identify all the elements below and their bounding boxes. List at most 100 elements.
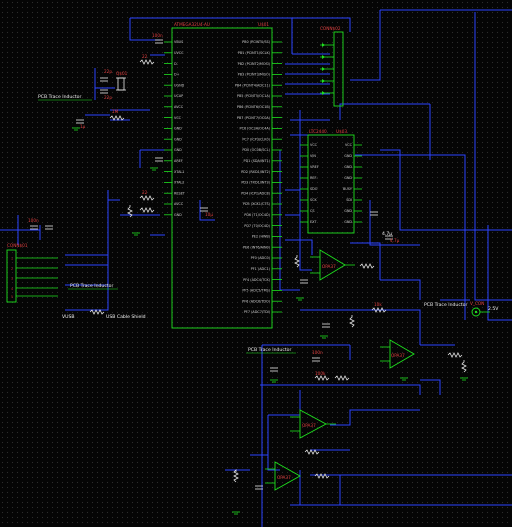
net-label-pcb-trace-2: PCB Trace Inductor	[70, 283, 113, 289]
pin-label: UVCC	[174, 51, 184, 55]
pin-label: UGND	[174, 83, 185, 87]
pin-label: PE6 (INT6/AIN0)	[243, 245, 271, 249]
svg-text:3: 3	[11, 277, 13, 281]
opamp-2-name: OPA37	[391, 353, 405, 358]
right-connector-ref: V_CON	[470, 301, 484, 306]
pin-label: CS	[310, 209, 315, 213]
net-label-pcb-trace-1: PCB Trace Inductor	[38, 94, 81, 100]
pin-label: GND	[174, 148, 182, 152]
pin-label: PF0 (ADC0)	[251, 256, 271, 260]
pin-label: VCC	[345, 143, 353, 147]
pin-label: UCAP	[174, 94, 183, 98]
svg-text:1: 1	[11, 257, 13, 261]
pin-label: PB0 (PCINT0/SS)	[242, 40, 271, 44]
c1-value: 22p	[104, 69, 112, 74]
mcu-ref: U$01	[258, 22, 269, 27]
pin-label: PD6 (T1/OC4D)	[244, 213, 270, 217]
adc-name: LTC2440	[309, 129, 327, 134]
pin-label: PF4 (ADC4/TCK)	[243, 278, 271, 282]
net-label-vcc: 4.7µ	[382, 231, 392, 237]
pin-label: VBUS	[174, 40, 183, 44]
net-label-pcb-trace-4: PCB Trace Inductor	[424, 302, 467, 308]
pin-label: GND	[344, 220, 352, 224]
opamp-1-name: OPA37	[322, 264, 336, 269]
pin-label: D+	[174, 73, 180, 77]
r3-value: 22	[142, 190, 148, 195]
pin-label: VREF	[310, 165, 319, 169]
r4-value: 10k	[374, 302, 382, 307]
opamp-3[interactable]: OPA37	[290, 409, 336, 439]
pin-label: GND	[174, 137, 182, 141]
pin-label: PD5 (XCK1/CTS)	[243, 202, 271, 206]
adc-ref: U$03	[336, 129, 347, 134]
pin-label: PE2 (HWB)	[252, 235, 271, 239]
pin-label: PB7 (PCINT7/OC0A)	[237, 116, 271, 120]
pin-label: SDI	[346, 198, 352, 202]
r1-value: 1M	[112, 109, 119, 114]
c2-value: 22p	[104, 95, 112, 100]
pin-label: GND	[344, 154, 352, 158]
adc-symbol[interactable]: LTC2440 U$03 VCC VIN VREF REF- SDO SCK CS EXT V…	[300, 129, 362, 234]
opamp-2[interactable]: OPA37	[380, 339, 415, 369]
pin-label: PD7 (T0/OC4D)	[244, 224, 270, 228]
pin-label: SCK	[310, 198, 318, 202]
svg-text:2: 2	[11, 267, 13, 271]
pin-label: GND	[174, 213, 182, 217]
pin-label: PB5 (PCINT5/OC1A)	[237, 94, 271, 98]
pin-label: VCC	[310, 143, 318, 147]
top-connector-ref: CONN$02	[320, 26, 341, 31]
c6-value: 100n	[28, 218, 39, 223]
r2-value: 22	[142, 54, 148, 59]
left-connector[interactable]: CONN$01 1 2 3 4 5	[6, 243, 58, 303]
mcu-symbol[interactable]: ATMEGA32U4-AU U$01 VBUS UVCC D- D+ UGND UCAP A…	[164, 22, 282, 329]
pin-label: REF-	[310, 176, 318, 180]
mcu-right-pins: PB0 (PCINT0/SS) PB1 (PCINT1/SCLK) PB2 (PCI…	[235, 40, 282, 314]
schematic-canvas: ATMEGA32U4-AU U$01 VBUS UVCC D- D+ UGND UCAP A…	[0, 0, 512, 527]
svg-text:5: 5	[11, 295, 13, 299]
pin-label: XTAL1	[174, 170, 184, 174]
pin-label: SDO	[310, 187, 318, 191]
pin-label: PF6 (ADC6/TDO)	[242, 299, 271, 303]
svg-text:4: 4	[11, 287, 13, 291]
pin-label: GND	[344, 176, 352, 180]
opamp-3-name: OPA37	[302, 423, 316, 428]
pin-label: XTAL2	[174, 181, 184, 185]
pin-label: AREF	[174, 159, 183, 163]
mcu-name: ATMEGA32U4-AU	[174, 22, 210, 27]
crystal-ref: Q$01	[116, 71, 128, 76]
pin-label: PB6 (PCINT6/OC1B)	[237, 105, 271, 109]
opamp-1[interactable]: OPA37	[310, 249, 355, 281]
pin-label: VCC	[174, 116, 182, 120]
pin-label: VIN	[310, 154, 316, 158]
c8-value: 100n	[312, 350, 323, 355]
top-connector[interactable]: CONN$02	[320, 26, 344, 107]
pin-label: PF7 (ADC7/TDI)	[244, 310, 271, 314]
pin-label: PB4 (PCINT4/ADC11)	[235, 83, 271, 87]
c4-value: 100n	[152, 33, 163, 38]
pin-label: AVCC	[174, 202, 184, 206]
c5-value: 10µ	[205, 212, 213, 217]
opamp-4[interactable]: OPA37	[265, 461, 301, 491]
pin-label: AVCC	[174, 105, 184, 109]
pin-label: PC6 (OC3A/OC4A)	[240, 127, 271, 131]
net-label-ref-out: 2.5V	[488, 306, 499, 312]
pin-label: PB3 (PCINT3/MISO)	[238, 73, 271, 77]
pin-label: PD1 (SDA/INT1)	[244, 159, 271, 163]
c7-value: 4.7µ	[390, 238, 400, 243]
pin-label: PD0 (OC0B/SCL)	[242, 148, 270, 152]
schematic-drawing: ATMEGA32U4-AU U$01 VBUS UVCC D- D+ UGND UCAP A…	[0, 9, 512, 527]
mcu-left-pins: VBUS UVCC D- D+ UGND UCAP AVCC VCC GND GND GND AREF…	[164, 40, 186, 217]
r5-value: 100k	[315, 371, 326, 376]
pin-label: PD4 (ICP1/ADC8)	[241, 191, 270, 195]
pin-label: PB2 (PCINT2/MOSI)	[238, 62, 271, 66]
opamp-4-name: OPA37	[277, 475, 291, 480]
pin-label: PD2 (RXD1/INT2)	[241, 170, 271, 174]
pin-label: GND	[174, 127, 182, 131]
net-label-usb-shield: USB Cable Shield	[106, 314, 146, 320]
right-connector[interactable]: V_CON	[470, 301, 490, 317]
pin-label: D-	[174, 62, 179, 66]
pin-label: PC7 (ICP3/CLK0)	[242, 137, 270, 141]
c3-value: 1µ	[80, 124, 86, 129]
pin-label: PF5 (ADC5/TMS)	[242, 289, 270, 293]
pin-label: RESET	[174, 191, 186, 195]
